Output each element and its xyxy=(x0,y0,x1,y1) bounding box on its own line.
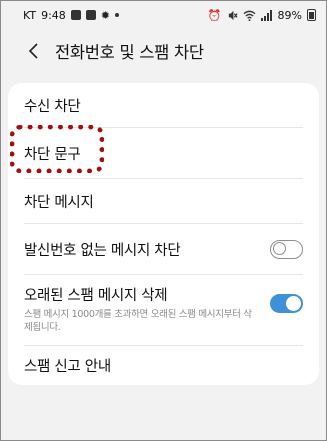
more-notifications-icon xyxy=(115,13,120,17)
block-unknown-sender-toggle[interactable] xyxy=(270,239,303,259)
mute-icon xyxy=(228,10,238,20)
toggle-knob xyxy=(273,242,286,255)
settings-item-delete-old-spam[interactable]: 오래된 스팸 메시지 삭제 스팸 메시지 1000개를 초과하면 오래된 스팸 … xyxy=(8,275,319,345)
settings-item-description: 스팸 메시지 1000개를 초과하면 오래된 스팸 메시지부터 삭제됩니다. xyxy=(24,309,252,333)
gallery-icon xyxy=(85,10,96,20)
notification-icon xyxy=(70,10,81,20)
delete-old-spam-toggle[interactable] xyxy=(270,294,303,313)
settings-item-label: 오래된 스팸 메시지 삭제 xyxy=(24,288,168,304)
phone-screen: KT 9:48 ✹ ⏰ 89% 전화번호 및 스팸 차단 수신 차단 차단 문구… xyxy=(0,0,327,441)
status-left: KT 9:48 ✹ xyxy=(23,8,120,22)
settings-item-label: 스팸 신고 안내 xyxy=(24,359,111,375)
signal-icon xyxy=(260,9,272,21)
settings-gear-icon: ✹ xyxy=(100,8,111,22)
wifi-icon xyxy=(243,10,255,21)
app-header: 전화번호 및 스팸 차단 xyxy=(1,31,326,71)
settings-item-block-phrases[interactable]: 차단 문구 xyxy=(8,128,319,178)
toggle-knob xyxy=(286,296,301,311)
status-right: ⏰ 89% xyxy=(208,9,316,22)
settings-item-block-incoming[interactable]: 수신 차단 xyxy=(8,83,319,127)
back-arrow-icon[interactable] xyxy=(23,41,43,61)
settings-item-label: 차단 메시지 xyxy=(24,194,94,211)
settings-item-spam-report-guide[interactable]: 스팸 신고 안내 xyxy=(8,346,319,385)
status-time: 9:48 xyxy=(41,8,66,22)
battery-icon xyxy=(307,9,316,21)
delete-old-spam-text: 오래된 스팸 메시지 삭제 스팸 메시지 1000개를 초과하면 오래된 스팸 … xyxy=(24,284,254,334)
battery-percent: 89% xyxy=(277,8,302,22)
settings-item-label: 차단 문구 xyxy=(24,146,81,163)
settings-item-label: 수신 차단 xyxy=(24,98,81,115)
settings-item-block-unknown-sender[interactable]: 발신번호 없는 메시지 차단 xyxy=(8,224,319,274)
settings-card: 수신 차단 차단 문구 차단 메시지 발신번호 없는 메시지 차단 오래된 스팸… xyxy=(8,83,319,385)
page-title: 전화번호 및 스팸 차단 xyxy=(55,43,204,62)
settings-item-label: 발신번호 없는 메시지 차단 xyxy=(24,242,181,259)
settings-item-blocked-messages[interactable]: 차단 메시지 xyxy=(8,179,319,223)
status-bar: KT 9:48 ✹ ⏰ 89% xyxy=(1,1,326,29)
carrier-label: KT xyxy=(23,8,37,22)
alarm-icon: ⏰ xyxy=(207,8,222,22)
